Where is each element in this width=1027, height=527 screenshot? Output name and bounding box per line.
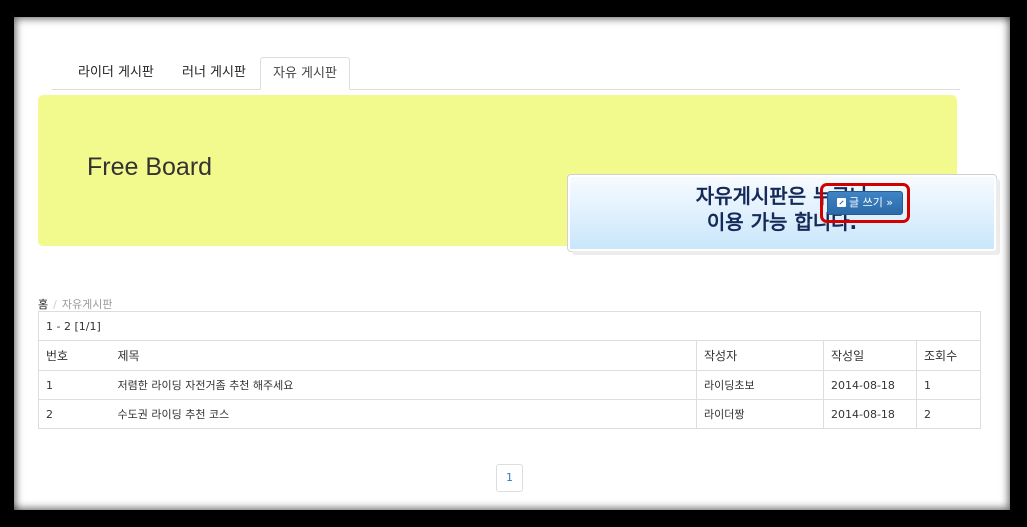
row-date: 2014-08-18 bbox=[823, 399, 917, 429]
header-views: 조회수 bbox=[916, 340, 981, 371]
row-views: 1 bbox=[916, 370, 981, 400]
table-row[interactable]: 2 수도권 라이딩 추천 코스 라이더짱 2014-08-18 2 bbox=[38, 399, 981, 429]
row-writer: 라이더짱 bbox=[696, 399, 824, 429]
header-no: 번호 bbox=[38, 340, 111, 371]
row-title[interactable]: 저렴한 라이딩 자전거좀 추천 해주세요 bbox=[110, 370, 697, 400]
page-title: Free Board bbox=[87, 153, 213, 181]
callout-line-1: 자유게시판은 누구나 bbox=[695, 184, 869, 208]
row-writer: 라이딩초보 bbox=[696, 370, 824, 400]
callout-banner: 자유게시판은 누구나 이용 가능 합니다. bbox=[568, 175, 996, 251]
jumbotron: Free Board 자유게시판은 누구나 이용 가능 합니다. bbox=[38, 95, 996, 251]
table-row[interactable]: 1 저렴한 라이딩 자전거좀 추천 해주세요 라이딩초보 2014-08-18 … bbox=[38, 370, 981, 400]
breadcrumb-separator: / bbox=[53, 298, 57, 311]
header-title: 제목 bbox=[110, 340, 697, 371]
table-count-row: 1 - 2 [1/1] bbox=[39, 312, 981, 341]
tab-runner-board[interactable]: 러너 게시판 bbox=[170, 57, 258, 89]
row-no: 1 bbox=[38, 370, 111, 400]
header-date: 작성일 bbox=[823, 340, 917, 371]
breadcrumb: 홈 / 자유게시판 bbox=[38, 296, 112, 312]
header-writer: 작성자 bbox=[696, 340, 824, 371]
pagination-page-1[interactable]: 1 bbox=[496, 464, 523, 492]
breadcrumb-current: 자유게시판 bbox=[61, 298, 113, 311]
tab-free-board[interactable]: 자유 게시판 bbox=[260, 57, 350, 90]
page-content: 라이더 게시판 러너 게시판 자유 게시판 Free Board 자유게시판은 … bbox=[16, 19, 1008, 508]
breadcrumb-home[interactable]: 홈 bbox=[38, 298, 48, 311]
post-count: 1 - 2 [1/1] bbox=[46, 319, 101, 333]
row-date: 2014-08-18 bbox=[823, 370, 917, 400]
edit-icon bbox=[836, 198, 846, 207]
callout-line-2: 이용 가능 합니다. bbox=[706, 210, 858, 234]
write-post-button[interactable]: 글 쓰기 » bbox=[827, 191, 903, 215]
screenshot-frame: 라이더 게시판 러너 게시판 자유 게시판 Free Board 자유게시판은 … bbox=[0, 0, 1027, 527]
row-no: 2 bbox=[38, 399, 111, 429]
table-header-row: 번호 제목 작성자 작성일 조회수 bbox=[38, 340, 981, 371]
write-post-label: 글 쓰기 » bbox=[848, 196, 894, 209]
board-tabs: 라이더 게시판 러너 게시판 자유 게시판 bbox=[52, 37, 960, 90]
write-button-highlight: 글 쓰기 » bbox=[820, 183, 910, 223]
row-views: 2 bbox=[916, 399, 981, 429]
post-table: 1 - 2 [1/1] 번호 제목 작성자 작성일 조회수 1 저렴한 라이딩 … bbox=[38, 311, 981, 429]
tab-rider-board[interactable]: 라이더 게시판 bbox=[66, 57, 166, 89]
row-title[interactable]: 수도권 라이딩 추천 코스 bbox=[110, 399, 697, 429]
